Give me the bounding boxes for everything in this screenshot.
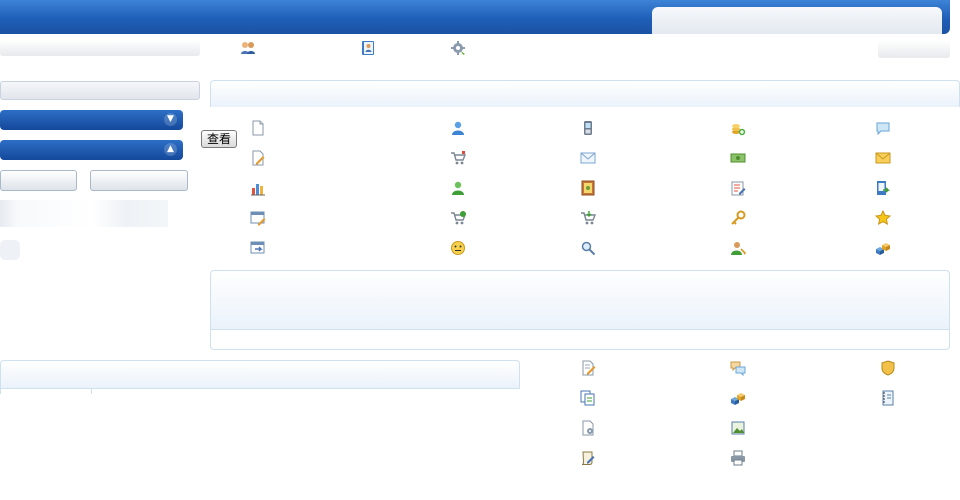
blocks-icon[interactable] (875, 240, 891, 256)
window-go-icon[interactable] (250, 240, 266, 256)
chevron-down-icon: ▼ (164, 113, 177, 126)
header-search-area[interactable] (652, 7, 942, 34)
cart-download-icon[interactable] (580, 210, 596, 226)
bottom-panel-column-divider (91, 388, 92, 394)
mobile-phone-icon[interactable] (580, 120, 596, 136)
chat-bubbles-icon[interactable] (730, 360, 746, 376)
user-key-icon[interactable] (730, 240, 746, 256)
shield-icon[interactable] (880, 360, 896, 376)
main-panel-header (210, 80, 960, 107)
documents-copy-icon[interactable] (580, 390, 596, 406)
sidebar-small-button-2[interactable] (90, 170, 188, 191)
email-icon[interactable] (580, 150, 596, 166)
sidebar-fade-bar (0, 200, 168, 227)
image-icon[interactable] (730, 420, 746, 436)
key-icon[interactable] (730, 210, 746, 226)
coins-add-icon[interactable] (730, 120, 746, 136)
toolbar-left-strip (0, 40, 200, 56)
zoom-icon[interactable] (580, 240, 596, 256)
chart-icon[interactable] (250, 180, 266, 196)
sidebar-small-button-1[interactable] (0, 170, 77, 191)
document-edit-icon[interactable] (580, 360, 596, 376)
sidebar-round-tag[interactable] (0, 240, 20, 260)
sidebar-expand-button[interactable]: ▼ (0, 110, 183, 130)
bottom-panel-table-header (0, 388, 520, 394)
document-settings-icon[interactable] (580, 420, 596, 436)
middle-panel (210, 270, 950, 330)
user-green-icon[interactable] (450, 180, 466, 196)
emoticon-icon[interactable] (450, 240, 466, 256)
chevron-up-icon: ▲ (164, 143, 177, 156)
middle-panel-footer (210, 330, 950, 350)
cart-go-icon[interactable] (450, 210, 466, 226)
document-icon[interactable] (250, 120, 266, 136)
window-edit-icon[interactable] (250, 210, 266, 226)
star-icon[interactable] (875, 210, 891, 226)
user-icon[interactable] (450, 120, 466, 136)
chat-bubble-icon[interactable] (875, 120, 891, 136)
settings-gear-icon[interactable] (450, 40, 466, 56)
photo-frame-icon[interactable] (580, 180, 596, 196)
report-edit-icon[interactable] (730, 180, 746, 196)
sidebar-search-field[interactable] (0, 81, 200, 100)
blocks-icon[interactable] (730, 390, 746, 406)
bottom-panel-header (0, 360, 520, 388)
users-icon[interactable] (240, 40, 256, 56)
contacts-book-icon[interactable] (360, 40, 376, 56)
view-button[interactable]: 查看 (201, 130, 237, 148)
shopping-cart-icon[interactable] (450, 150, 466, 166)
envelope-icon[interactable] (875, 150, 891, 166)
document-edit-icon[interactable] (250, 150, 266, 166)
notebook-icon[interactable] (880, 390, 896, 406)
money-icon[interactable] (730, 150, 746, 166)
sidebar-collapse-button[interactable]: ▲ (0, 140, 183, 160)
script-edit-icon[interactable] (580, 450, 596, 466)
printer-icon[interactable] (730, 450, 746, 466)
export-icon[interactable] (875, 180, 891, 196)
toolbar-right-strip[interactable] (878, 40, 950, 58)
